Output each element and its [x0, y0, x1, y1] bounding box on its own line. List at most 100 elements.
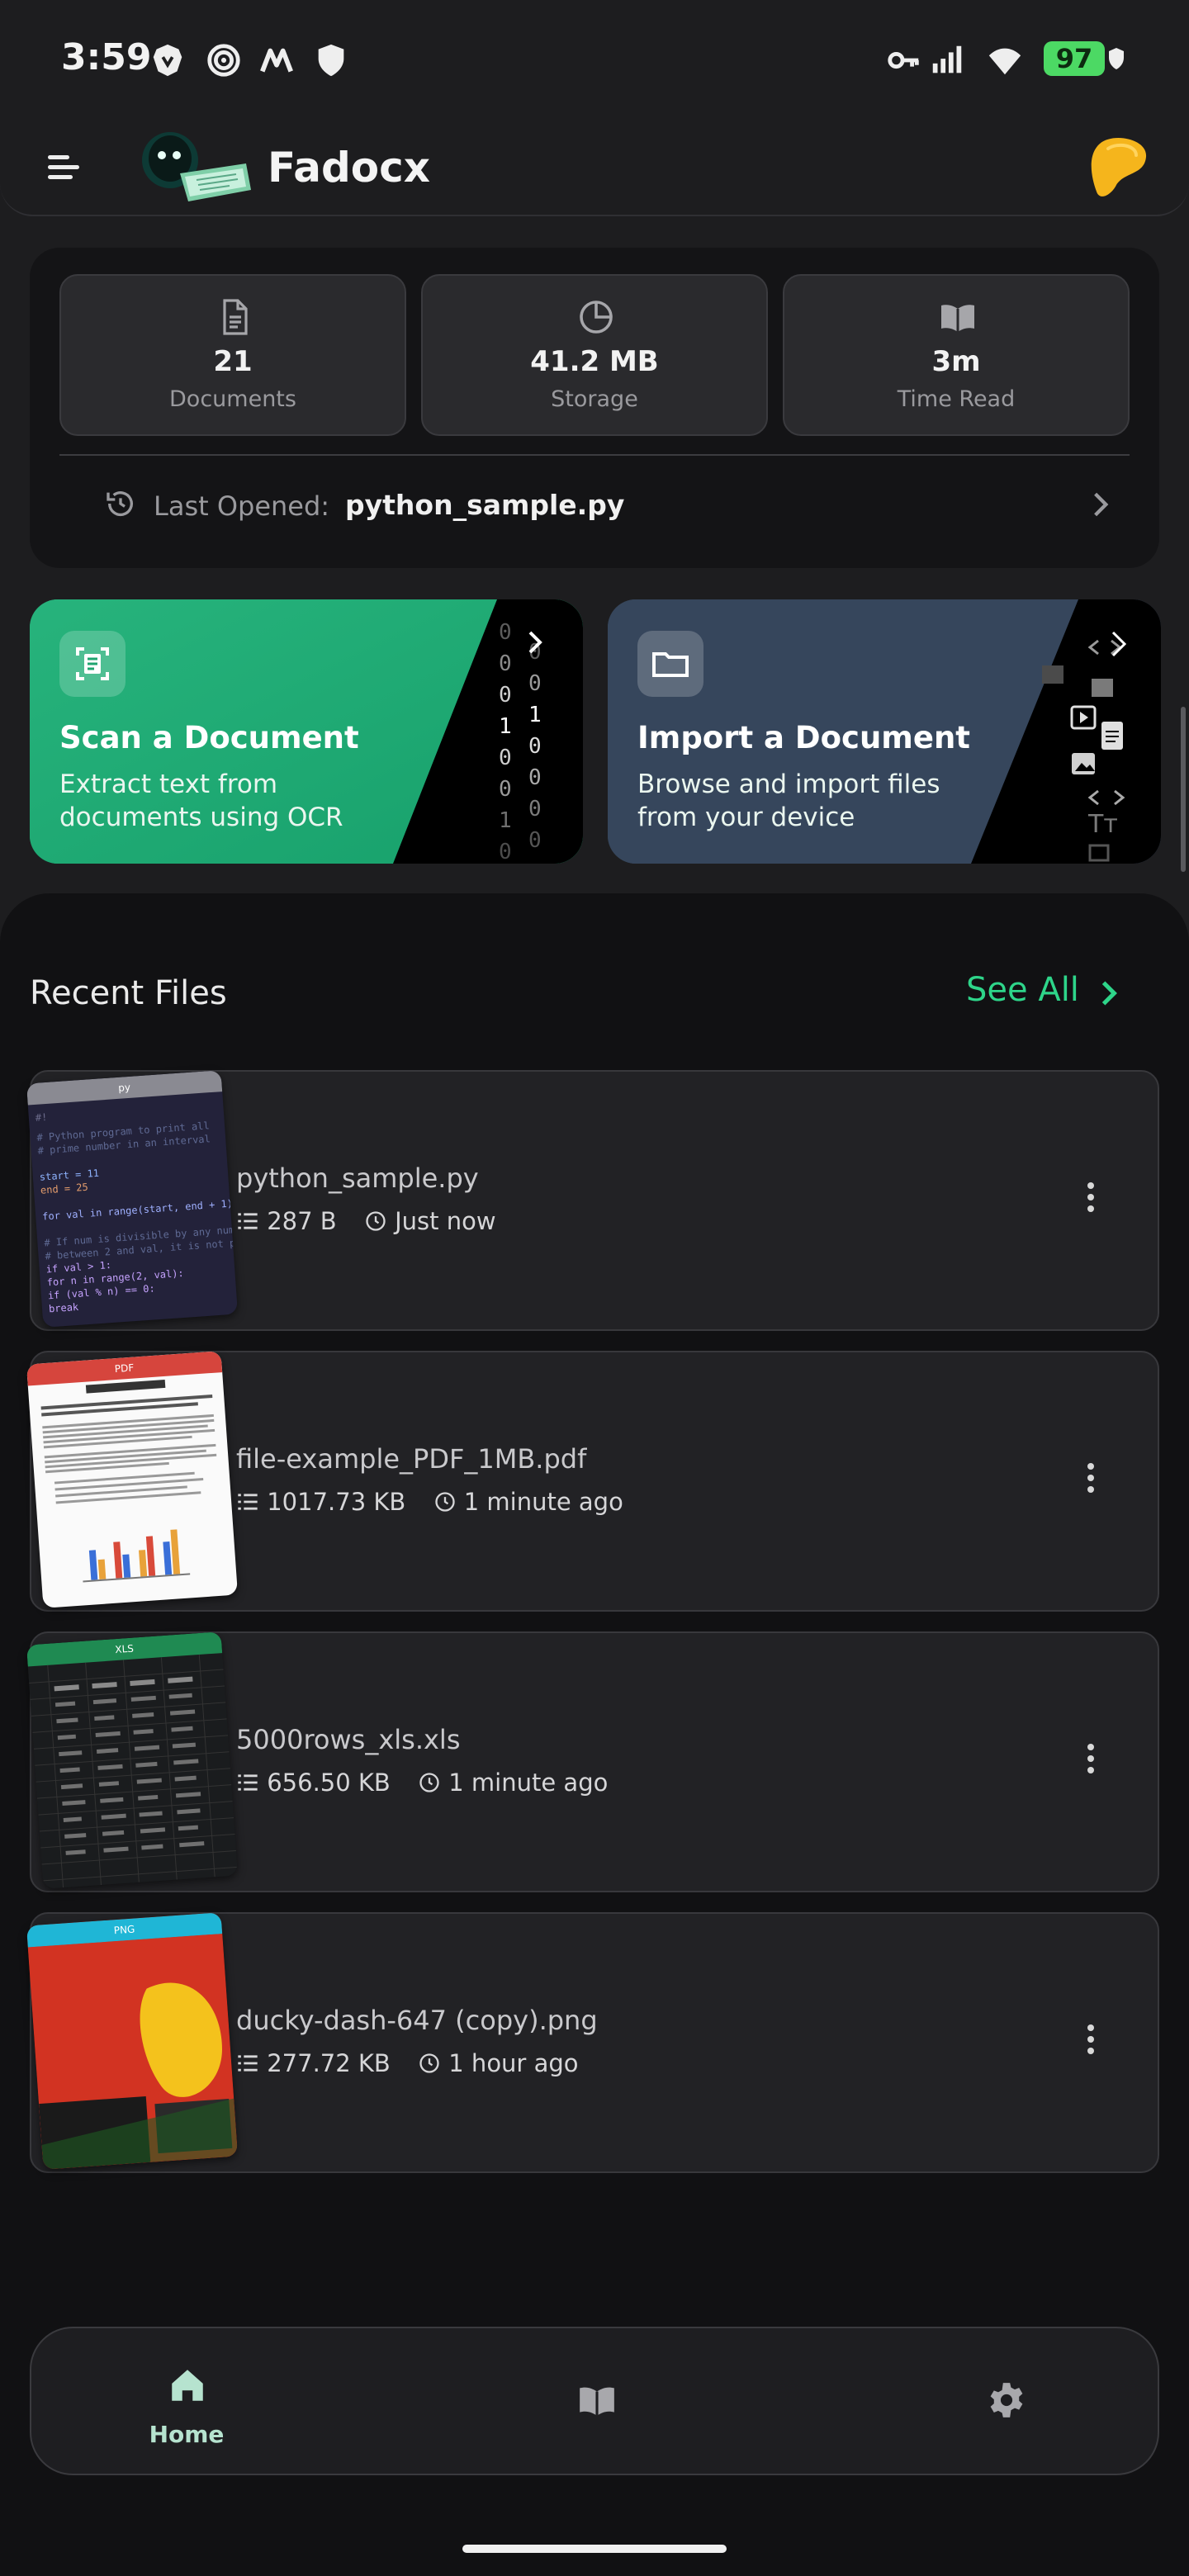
svg-text:1: 1	[528, 703, 542, 727]
clock-icon	[366, 1211, 386, 1231]
recent-files-title: Recent Files	[30, 974, 227, 1012]
stat-value: 41.2 MB	[530, 345, 659, 378]
svg-text:Tт: Tт	[1087, 810, 1118, 839]
file-name: ducky-dash-647 (copy).png	[236, 2005, 598, 2036]
file-time: 1 minute ago	[448, 1769, 609, 1797]
svg-text:0: 0	[499, 651, 512, 676]
avatar[interactable]	[1088, 135, 1149, 200]
nav-home[interactable]: Home	[104, 2328, 269, 2477]
signal-icon	[932, 45, 962, 73]
svg-text:0: 0	[499, 777, 512, 802]
document-icon	[223, 299, 248, 335]
stat-card-storage: 41.2 MB Storage	[421, 274, 768, 436]
bottom-navigation: Home	[30, 2327, 1159, 2475]
list-icon	[238, 2055, 258, 2072]
divider	[59, 454, 1130, 456]
svg-text:0: 0	[528, 797, 542, 822]
file-size: 287 B	[267, 1207, 337, 1235]
clock-icon	[434, 1492, 455, 1512]
app-title: Fadocx	[268, 144, 430, 192]
import-card-title: Import a Document	[637, 720, 970, 755]
scan-card-title: Scan a Document	[59, 720, 359, 755]
menu-button[interactable]	[43, 149, 89, 187]
file-thumbnail-xls: XLS	[26, 1631, 239, 1889]
import-card-description: Browse and import files from your device	[637, 769, 940, 832]
svg-text:0: 0	[499, 746, 512, 770]
chevron-right-icon[interactable]	[1098, 979, 1120, 1007]
svg-text:start = 11: start = 11	[39, 1167, 99, 1183]
last-opened-label: Last Opened:	[154, 490, 330, 522]
more-options-button[interactable]	[1078, 1182, 1103, 1215]
book-open-icon	[580, 2387, 614, 2416]
see-all-link[interactable]: See All	[966, 971, 1079, 1009]
file-meta: 287 B Just now	[236, 1205, 496, 1235]
file-time: 1 minute ago	[463, 1488, 623, 1516]
book-icon	[941, 305, 974, 332]
scrollbar[interactable]	[1181, 707, 1186, 872]
status-bar: 3:59 97	[0, 0, 1189, 116]
svg-text:1: 1	[499, 714, 512, 739]
scan-document-icon	[76, 647, 109, 680]
file-thumbnail-py: py #! # Python program to print all # pr…	[26, 1070, 239, 1328]
svg-text:break: break	[49, 1301, 80, 1315]
more-options-button[interactable]	[1078, 1463, 1103, 1496]
file-card[interactable]: py #! # Python program to print all # pr…	[26, 1070, 1159, 1331]
status-time: 3:59	[61, 36, 152, 78]
stat-value: 21	[213, 345, 253, 378]
scan-card-description: Extract text from documents using OCR	[59, 769, 343, 832]
svg-text:1: 1	[499, 808, 512, 833]
app-logo	[142, 132, 251, 201]
file-name: file-example_PDF_1MB.pdf	[236, 1443, 587, 1475]
battery-saver-icon	[1109, 48, 1124, 69]
home-indicator[interactable]	[462, 2545, 727, 2553]
svg-text:0: 0	[528, 828, 542, 853]
stat-label: Time Read	[897, 386, 1016, 412]
last-opened-file: python_sample.py	[345, 489, 625, 521]
file-thumbnail-pdf: PDF	[26, 1351, 239, 1608]
more-options-button[interactable]	[1078, 1744, 1103, 1777]
chevron-right-icon	[1094, 492, 1109, 517]
nav-home-label: Home	[149, 2421, 225, 2448]
file-time: Just now	[395, 1207, 496, 1235]
list-icon	[238, 1494, 258, 1510]
scan-document-card[interactable]: 00 01 00 10 00 10 00 0 Scan a Document E…	[30, 599, 583, 864]
file-card[interactable]: PNG ducky-dash-647 (copy).png 277.72 KB …	[26, 1912, 1159, 2173]
stat-label: Storage	[551, 386, 638, 412]
shield-icon	[318, 44, 344, 77]
spiral-icon	[207, 44, 240, 77]
svg-text:0: 0	[499, 840, 512, 864]
import-icon-box	[637, 631, 703, 697]
file-size: 656.50 KB	[267, 1769, 391, 1797]
stat-card-time-read: 3m Time Read	[783, 274, 1130, 436]
file-card[interactable]: XLS 5000rows_xls.xls 656.50 KB 1 minute …	[26, 1631, 1159, 1892]
file-name: 5000rows_xls.xls	[236, 1724, 461, 1755]
folder-icon	[652, 652, 689, 677]
clock-icon	[419, 2053, 439, 2073]
file-size: 277.72 KB	[267, 2049, 391, 2077]
stat-value: 3m	[931, 345, 981, 378]
file-size: 1017.73 KB	[267, 1488, 406, 1516]
app-bar: Fadocx	[0, 116, 1189, 216]
recent-files-sheet: Recent Files See All py #! # Python prog…	[0, 893, 1189, 2576]
battery-level: 97	[1044, 41, 1105, 76]
list-icon	[238, 1774, 258, 1791]
nav-settings[interactable]	[923, 2328, 1088, 2477]
last-opened-row[interactable]: Last Opened: python_sample.py	[59, 464, 1130, 547]
svg-text:0: 0	[499, 683, 512, 708]
pie-chart-icon	[580, 301, 613, 334]
file-time: 1 hour ago	[448, 2049, 579, 2077]
svg-text:0: 0	[528, 671, 542, 696]
nav-library[interactable]	[514, 2328, 679, 2477]
file-card[interactable]: PDF file-example_PDF_1MB.pdf 1017.73 KB …	[26, 1351, 1159, 1612]
import-document-card[interactable]: Tт Import a Document Browse and import f…	[608, 599, 1161, 864]
m-logo-icon	[260, 48, 293, 73]
history-icon	[107, 491, 133, 517]
stats-panel: 21 Documents 41.2 MB Storage 3m Time Rea…	[30, 248, 1159, 568]
more-options-button[interactable]	[1078, 2024, 1103, 2057]
svg-text:for val in range(start, end +: for val in range(start, end + 1):	[42, 1197, 238, 1223]
file-meta: 656.50 KB 1 minute ago	[236, 1767, 608, 1797]
stat-label: Documents	[169, 386, 296, 412]
svg-text:0: 0	[528, 734, 542, 759]
svg-text:0: 0	[499, 620, 512, 645]
file-meta: 277.72 KB 1 hour ago	[236, 2048, 579, 2077]
